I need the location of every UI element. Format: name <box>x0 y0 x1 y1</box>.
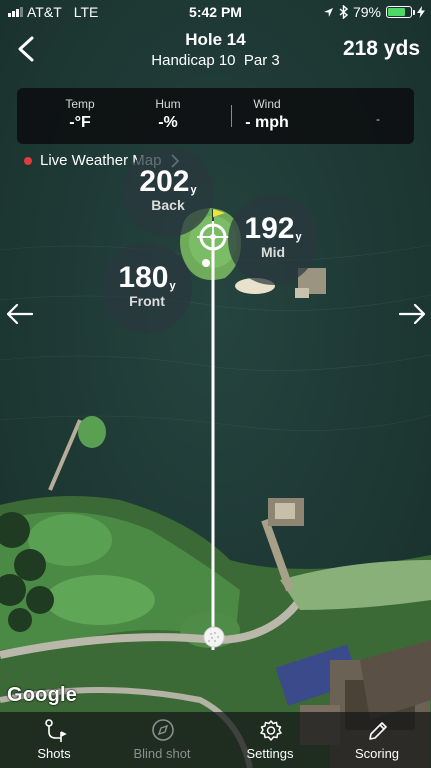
back-yardage-label: Back <box>151 197 185 213</box>
battery-percent: 79% <box>352 4 381 20</box>
golf-ball-icon[interactable] <box>203 626 225 648</box>
bluetooth-icon <box>339 5 348 19</box>
nav-scoring-label: Scoring <box>354 746 400 761</box>
wind-column: Wind - mph <box>239 97 295 132</box>
temp-label: Temp <box>65 97 95 111</box>
previous-hole-arrow-icon[interactable] <box>4 300 34 328</box>
wind-value: - mph <box>245 114 289 131</box>
wind-direction: - <box>376 112 380 126</box>
front-yardage-value: 180 <box>118 261 169 294</box>
nav-settings-label: Settings <box>246 746 294 761</box>
back-yardage-unit: y <box>190 184 197 196</box>
hum-value: -% <box>158 114 178 131</box>
mid-yardage-label: Mid <box>260 244 286 260</box>
mid-yardage-unit: y <box>295 231 302 243</box>
weather-panel[interactable]: Temp -°F Hum -% Wind - mph - <box>17 88 414 144</box>
back-yardage-bubble[interactable]: 202y Back <box>123 147 213 237</box>
hum-column: Hum -% <box>145 97 191 132</box>
nav-blind-shot-label: Blind shot <box>133 746 191 761</box>
location-arrow-icon <box>323 7 333 17</box>
nav-shots-label: Shots <box>37 746 71 761</box>
total-distance: 218 yds <box>342 37 420 60</box>
bottom-nav-bar: Shots Blind shot Settings Scoring <box>0 712 431 768</box>
temp-value: -°F <box>69 114 91 131</box>
gear-icon <box>260 720 282 741</box>
hole-header: Hole 14 Handicap 10 Par 3 218 yds <box>0 24 431 80</box>
front-yardage-bubble[interactable]: 180y Front <box>102 243 192 333</box>
ball-marker <box>202 259 210 267</box>
front-yardage-label: Front <box>129 293 165 309</box>
mid-yardage-bubble[interactable]: 192y Mid <box>228 195 318 285</box>
nav-settings[interactable]: Settings <box>216 712 324 768</box>
nav-shots[interactable]: Shots <box>0 712 108 768</box>
shot-path-icon <box>45 719 67 742</box>
weather-divider <box>231 105 232 127</box>
wind-label: Wind <box>253 97 281 111</box>
temp-column: Temp -°F <box>57 97 103 132</box>
nav-scoring[interactable]: Scoring <box>323 712 431 768</box>
compass-icon <box>152 719 174 741</box>
mid-yardage-value: 192 <box>244 212 295 245</box>
next-hole-arrow-icon[interactable] <box>398 300 428 328</box>
front-yardage-unit: y <box>169 280 176 292</box>
charging-icon <box>417 6 425 18</box>
status-bar: AT&T LTE 5:42 PM 79% <box>0 0 431 24</box>
pencil-icon <box>369 722 387 740</box>
live-indicator-dot <box>24 156 32 165</box>
back-yardage-value: 202 <box>139 165 190 198</box>
hum-label: Hum <box>155 97 181 111</box>
nav-blind-shot[interactable]: Blind shot <box>108 712 216 768</box>
google-logo: Google <box>7 684 78 706</box>
battery-icon <box>386 6 415 18</box>
flag-icon <box>213 209 225 217</box>
